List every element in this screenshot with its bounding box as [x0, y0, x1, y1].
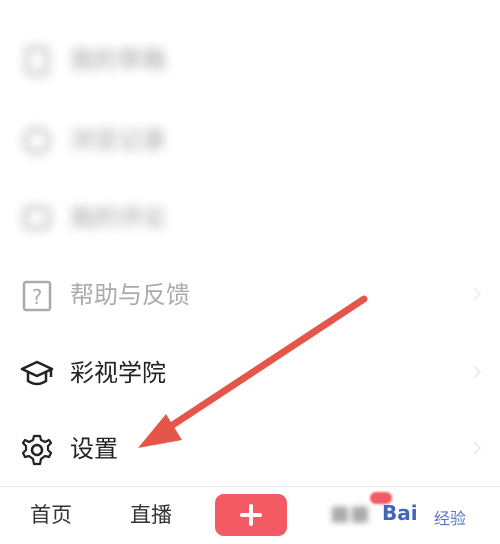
menu-item-drafts[interactable]: 我的草稿 — [0, 20, 500, 98]
menu-item-settings[interactable]: 设置 — [0, 409, 500, 487]
gear-icon — [21, 434, 53, 466]
tab-home[interactable]: 首页 — [30, 501, 72, 529]
menu-item-label: 浏览记录 — [70, 126, 166, 154]
clock-icon — [23, 127, 51, 155]
bottom-nav: 首页 直播 ■■ Bai 经验 — [0, 486, 500, 544]
chevron-right-icon — [473, 365, 482, 379]
chevron-right-icon — [473, 441, 482, 455]
document-icon — [25, 46, 49, 76]
side-menu: 我的草稿 浏览记录 我的评论 ? 帮助与反馈 彩视学院 设置 — [0, 0, 500, 486]
watermark-suffix: 经验 — [434, 509, 467, 528]
tab-live[interactable]: 直播 — [130, 501, 172, 529]
menu-item-history[interactable]: 浏览记录 — [0, 100, 500, 178]
menu-item-label: 设置 — [70, 435, 118, 463]
baidu-watermark: Bai 经验 — [372, 499, 500, 537]
help-question-icon: ? — [22, 280, 52, 312]
menu-item-help-feedback[interactable]: ? 帮助与反馈 — [0, 255, 500, 333]
chevron-right-icon — [473, 287, 482, 301]
tab-messages-blurred[interactable]: ■■ — [330, 501, 370, 525]
svg-text:?: ? — [32, 285, 43, 309]
menu-item-label: 我的评论 — [70, 204, 166, 232]
menu-item-label: 我的草稿 — [70, 46, 166, 74]
add-button[interactable] — [215, 494, 287, 536]
menu-item-label: 帮助与反馈 — [70, 281, 190, 309]
watermark-brand: Bai — [382, 501, 418, 525]
menu-item-academy[interactable]: 彩视学院 — [0, 333, 500, 411]
menu-item-comments[interactable]: 我的评论 — [0, 178, 500, 256]
menu-item-label: 彩视学院 — [70, 359, 166, 387]
graduation-cap-icon — [20, 360, 54, 386]
comment-icon — [23, 206, 51, 230]
